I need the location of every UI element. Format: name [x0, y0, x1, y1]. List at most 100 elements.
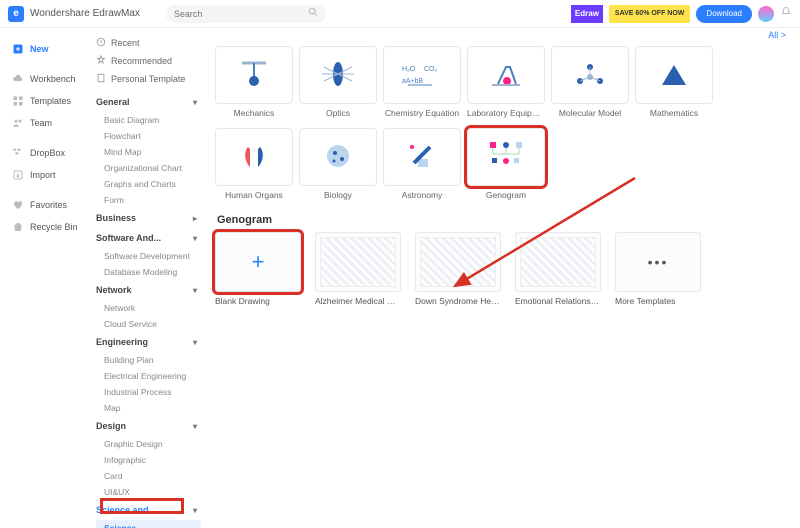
- subcategory-basic-diagram[interactable]: Basic Diagram: [96, 112, 201, 128]
- sidebar-item-label: Workbench: [30, 74, 75, 84]
- promo-banner[interactable]: Edraw: [571, 5, 603, 23]
- sidebar-item-recycle-bin[interactable]: Recycle Bin: [12, 216, 90, 238]
- template-blank-drawing[interactable]: +Blank Drawing: [215, 232, 301, 306]
- template-label: More Templates: [615, 296, 701, 306]
- subcategory-graphic-design[interactable]: Graphic Design: [96, 436, 201, 452]
- subcategory-mind-map[interactable]: Mind Map: [96, 144, 201, 160]
- molecular-model-icon: [572, 59, 608, 92]
- tile-optics[interactable]: Optics: [299, 46, 377, 118]
- cat-top-personal-template[interactable]: Personal Template: [96, 70, 201, 88]
- subcategory-science[interactable]: Science: [96, 520, 201, 528]
- subcategory-graphs-and-charts[interactable]: Graphs and Charts: [96, 176, 201, 192]
- subcategory-organizational-chart[interactable]: Organizational Chart: [96, 160, 201, 176]
- tile-genogram[interactable]: Genogram: [467, 128, 545, 200]
- tile-mechanics[interactable]: Mechanics: [215, 46, 293, 118]
- tile-box[interactable]: H₂OCO₂aA+bB: [383, 46, 461, 104]
- tile-human-organs[interactable]: Human Organs: [215, 128, 293, 200]
- sidebar-item-templates[interactable]: Templates: [12, 90, 90, 112]
- subcategory-flowchart[interactable]: Flowchart: [96, 128, 201, 144]
- svg-text:aA+bB: aA+bB: [402, 78, 424, 85]
- sidebar-item-import[interactable]: Import: [12, 164, 90, 186]
- tile-box[interactable]: [467, 46, 545, 104]
- category-network[interactable]: Network▾: [96, 280, 201, 300]
- tile-label: Mechanics: [215, 108, 293, 118]
- category-engineering[interactable]: Engineering▾: [96, 332, 201, 352]
- tile-box[interactable]: [215, 128, 293, 186]
- grid-icon: [12, 95, 24, 107]
- template-box[interactable]: [515, 232, 601, 292]
- heart-icon: [12, 199, 24, 211]
- template-label: Emotional Relationship Ge...: [515, 296, 601, 306]
- subcategory-cloud-service[interactable]: Cloud Service: [96, 316, 201, 332]
- tile-biology[interactable]: Biology: [299, 128, 377, 200]
- cat-top-recent[interactable]: Recent: [96, 34, 201, 52]
- sidebar-item-label: Team: [30, 118, 52, 128]
- tile-box[interactable]: [467, 128, 545, 186]
- plus-icon: +: [252, 249, 265, 275]
- category-software-and-[interactable]: Software And...▾: [96, 228, 201, 248]
- template-box[interactable]: [315, 232, 401, 292]
- sidebar-item-workbench[interactable]: Workbench: [12, 68, 90, 90]
- all-link[interactable]: All >: [768, 30, 786, 40]
- tile-laboratory-equipm-[interactable]: Laboratory Equipm...: [467, 46, 545, 118]
- tile-astronomy[interactable]: Astronomy: [383, 128, 461, 200]
- avatar[interactable]: [758, 6, 774, 22]
- subcategory-industrial-process[interactable]: Industrial Process: [96, 384, 201, 400]
- tile-box[interactable]: [299, 128, 377, 186]
- trash-icon: [12, 221, 24, 233]
- tile-box[interactable]: [215, 46, 293, 104]
- template-alzheimer-medical-genogr-[interactable]: Alzheimer Medical Genogr...: [315, 232, 401, 306]
- template-box[interactable]: +: [215, 232, 301, 292]
- tile-box[interactable]: [299, 46, 377, 104]
- sidebar-item-team[interactable]: Team: [12, 112, 90, 134]
- chevron-down-icon: ▾: [193, 338, 197, 347]
- subcategory-software-development[interactable]: Software Development: [96, 248, 201, 264]
- template-more-templates[interactable]: ••• More Templates: [615, 232, 701, 306]
- subcategory-ui-ux[interactable]: UI&UX: [96, 484, 201, 500]
- human-organs-icon: [236, 141, 272, 174]
- tile-box[interactable]: [383, 128, 461, 186]
- category-science-and-[interactable]: Science and ...▾: [96, 500, 201, 520]
- astronomy-icon: [404, 141, 440, 174]
- svg-text:CO₂: CO₂: [424, 66, 438, 73]
- subcategory-card[interactable]: Card: [96, 468, 201, 484]
- tile-box[interactable]: [635, 46, 713, 104]
- tile-chemistry-equation[interactable]: H₂OCO₂aA+bBChemistry Equation: [383, 46, 461, 118]
- subcategory-form[interactable]: Form: [96, 192, 201, 208]
- sidebar-item-label: Templates: [30, 96, 71, 106]
- promo-button[interactable]: SAVE 60% OFF NOW: [609, 5, 691, 23]
- search-box[interactable]: [166, 5, 326, 23]
- subcategory-electrical-engineering[interactable]: Electrical Engineering: [96, 368, 201, 384]
- subcategory-database-modeling[interactable]: Database Modeling: [96, 264, 201, 280]
- app-logo-icon: e: [8, 6, 24, 22]
- sidebar-item-new[interactable]: New: [12, 38, 90, 60]
- subcategory-network[interactable]: Network: [96, 300, 201, 316]
- template-emotional-relationship-ge-[interactable]: Emotional Relationship Ge...: [515, 232, 601, 306]
- template-thumbnail: [520, 237, 596, 287]
- star-icon: [96, 55, 106, 67]
- template-box[interactable]: [415, 232, 501, 292]
- tile-molecular-model[interactable]: Molecular Model: [551, 46, 629, 118]
- template-down-syndrome-hereditary-[interactable]: Down Syndrome Hereditary...: [415, 232, 501, 306]
- notifications-icon[interactable]: [780, 6, 792, 21]
- tile-mathematics[interactable]: Mathematics: [635, 46, 713, 118]
- tile-box[interactable]: [551, 46, 629, 104]
- category-design[interactable]: Design▾: [96, 416, 201, 436]
- chevron-down-icon: ▾: [193, 98, 197, 107]
- category-general[interactable]: General▾: [96, 92, 201, 112]
- subcategory-building-plan[interactable]: Building Plan: [96, 352, 201, 368]
- optics-icon: [320, 59, 356, 92]
- sidebar-item-favorites[interactable]: Favorites: [12, 194, 90, 216]
- subcategory-infographic[interactable]: Infographic: [96, 452, 201, 468]
- cat-top-recommended[interactable]: Recommended: [96, 52, 201, 70]
- sidebar-item-label: DropBox: [30, 148, 65, 158]
- download-button[interactable]: Download: [696, 5, 752, 23]
- biology-icon: [320, 141, 356, 174]
- search-input[interactable]: [174, 9, 308, 19]
- sidebar-main: New Workbench Templates Team DropBox Import Fa…: [0, 28, 90, 528]
- subcategory-map[interactable]: Map: [96, 400, 201, 416]
- category-business[interactable]: Business▸: [96, 208, 201, 228]
- sidebar-item-dropbox[interactable]: DropBox: [12, 142, 90, 164]
- template-box[interactable]: •••: [615, 232, 701, 292]
- sidebar-categories: RecentRecommendedPersonal Template Gener…: [90, 28, 205, 528]
